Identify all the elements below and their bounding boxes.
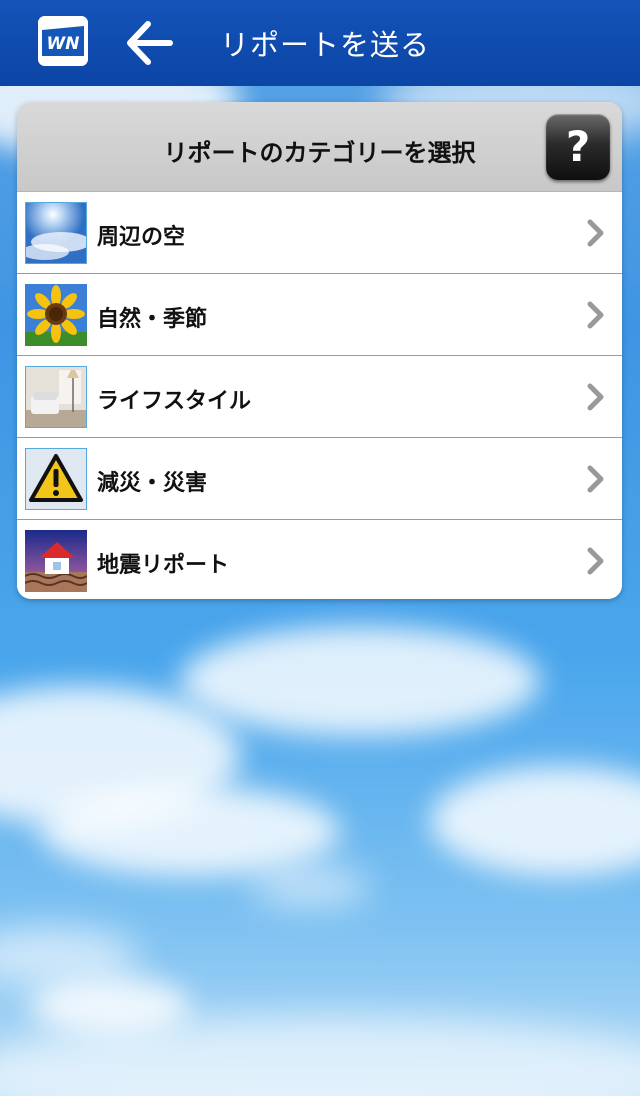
chevron-right-icon xyxy=(586,301,606,329)
category-label: 地震リポート xyxy=(97,553,230,578)
category-row-sky[interactable]: 周辺の空 xyxy=(17,192,622,274)
chevron-right-icon xyxy=(586,465,606,493)
page-title: リポートを送る xyxy=(220,28,431,62)
panel-title: リポートのカテゴリーを選択 xyxy=(163,139,476,167)
chevron-right-icon xyxy=(586,219,606,247)
earthquake-house-icon xyxy=(25,530,87,592)
sunflower-photo-icon xyxy=(25,284,87,346)
category-row-nature[interactable]: 自然・季節 xyxy=(17,274,622,356)
category-row-lifestyle[interactable]: ライフスタイル xyxy=(17,356,622,438)
sky-photo-icon xyxy=(25,202,87,264)
chevron-right-icon xyxy=(586,547,606,575)
category-panel: リポートのカテゴリーを選択 ? 周辺の空 自然・季節 ライフスタイル 減災・災害… xyxy=(17,102,622,599)
category-row-earthquake[interactable]: 地震リポート xyxy=(17,520,622,599)
top-bar: WN リポートを送る xyxy=(0,0,640,86)
category-label: 減災・災害 xyxy=(97,471,208,496)
back-arrow-icon[interactable] xyxy=(120,18,180,68)
svg-text:WN: WN xyxy=(47,34,80,54)
category-row-disaster[interactable]: 減災・災害 xyxy=(17,438,622,520)
help-button[interactable]: ? xyxy=(546,114,610,180)
living-room-photo-icon xyxy=(25,366,87,428)
category-label: 自然・季節 xyxy=(97,307,208,332)
category-label: 周辺の空 xyxy=(97,225,186,250)
chevron-right-icon xyxy=(586,383,606,411)
category-label: ライフスタイル xyxy=(97,389,252,414)
panel-header: リポートのカテゴリーを選択 ? xyxy=(17,102,622,192)
warning-icon xyxy=(25,448,87,510)
wni-logo-icon[interactable]: WN xyxy=(38,16,88,66)
